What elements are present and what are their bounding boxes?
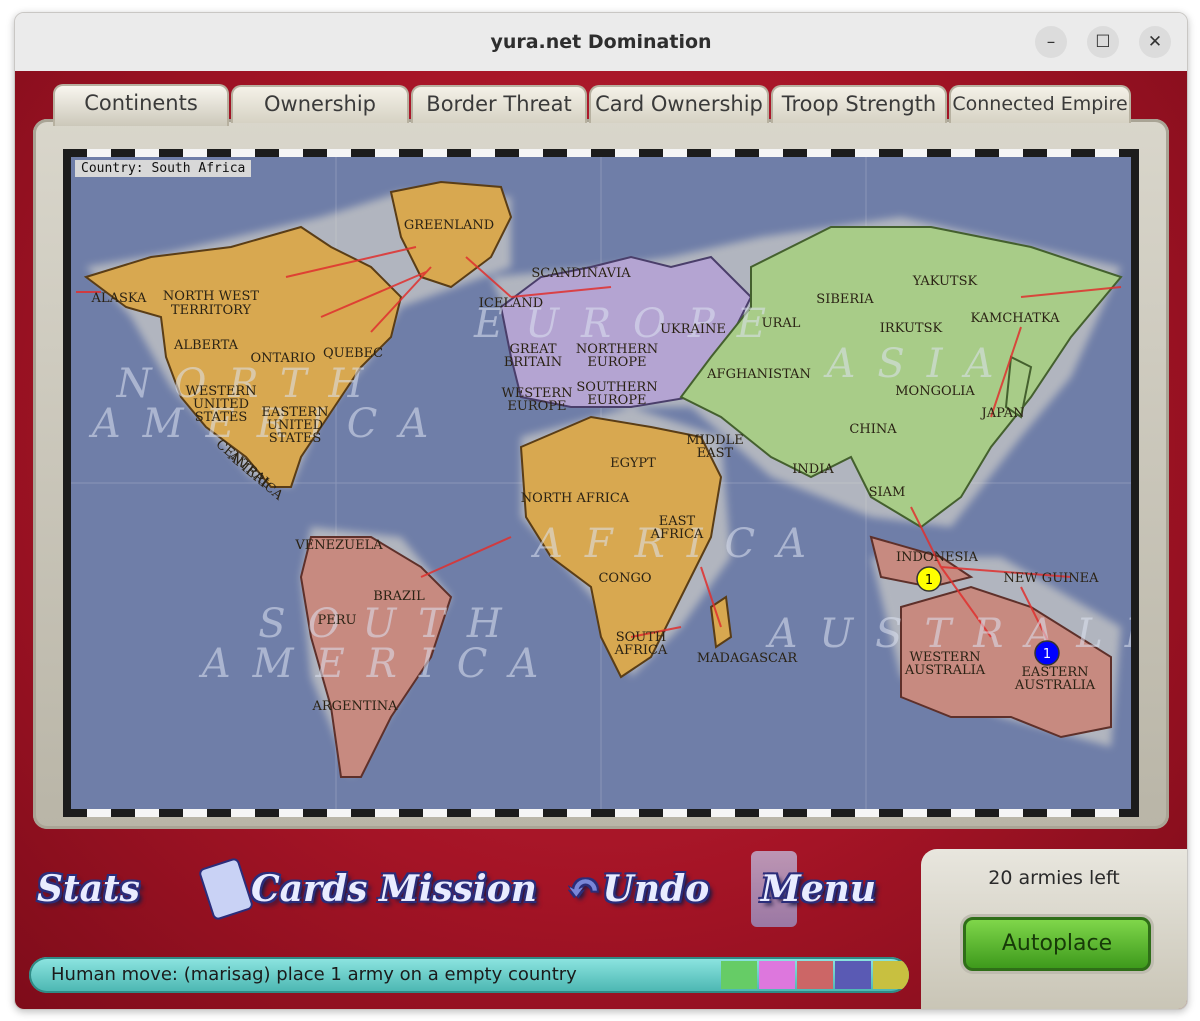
continent-label-asia: ASIA xyxy=(823,341,1016,387)
player-color-swatch-3 xyxy=(797,961,833,989)
territory-china[interactable]: CHINA xyxy=(849,422,897,437)
territory-eastern-australia-2: AUSTRALIA xyxy=(1014,678,1096,693)
placement-panel: 20 armies left Autoplace xyxy=(921,849,1187,1009)
territory-congo[interactable]: CONGO xyxy=(598,571,651,586)
territory-india[interactable]: INDIA xyxy=(792,462,834,477)
undo-button[interactable]: ↶ Undo xyxy=(567,859,709,919)
tab-connected-empire[interactable]: Connected Empire xyxy=(949,85,1131,123)
territory-madagascar[interactable]: MADAGASCAR xyxy=(697,651,799,666)
player-color-swatch-2 xyxy=(759,961,795,989)
territory-ukraine[interactable]: UKRAINE xyxy=(660,322,726,337)
territory-east-africa-2: AFRICA xyxy=(650,527,704,542)
territory-western-us-3: STATES xyxy=(195,410,248,425)
territory-northwest-territory-2: TERRITORY xyxy=(171,303,252,318)
tab-continents[interactable]: Continents xyxy=(53,84,229,126)
territory-mongolia[interactable]: MONGOLIA xyxy=(895,384,975,399)
window-title: yura.net Domination xyxy=(490,31,712,53)
mission-label: Mission xyxy=(379,868,537,910)
continent-label-south-america-2: AMERICA xyxy=(198,641,560,687)
player-color-swatch-4 xyxy=(835,961,871,989)
cards-button[interactable]: Cards xyxy=(197,856,368,922)
territory-southern-europe-2: EUROPE xyxy=(587,393,646,408)
territory-scandinavia[interactable]: SCANDINAVIA xyxy=(531,266,631,281)
tab-border-threat[interactable]: Border Threat xyxy=(411,85,587,123)
autoplace-button[interactable]: Autoplace xyxy=(963,917,1151,971)
map-border: NORTH AMERICA EUROPE ASIA AFRICA SOUTH A… xyxy=(63,149,1139,817)
mission-button[interactable]: Mission xyxy=(379,859,537,919)
territory-quebec[interactable]: QUEBEC xyxy=(323,346,383,361)
territory-northwest-territory[interactable]: NORTH WEST xyxy=(163,289,259,304)
army-count-eastern-australia: 1 xyxy=(1043,647,1051,662)
territory-ontario[interactable]: ONTARIO xyxy=(251,351,316,366)
menu-button[interactable]: Menu xyxy=(751,851,877,927)
undo-arrow-icon: ↶ xyxy=(567,865,601,912)
map-frame: NORTH AMERICA EUROPE ASIA AFRICA SOUTH A… xyxy=(33,119,1169,829)
world-map[interactable]: NORTH AMERICA EUROPE ASIA AFRICA SOUTH A… xyxy=(71,157,1131,809)
territory-japan[interactable]: JAPAN xyxy=(980,406,1025,421)
stats-label: Stats xyxy=(37,868,140,910)
game-area: NORTH AMERICA EUROPE ASIA AFRICA SOUTH A… xyxy=(15,71,1187,1009)
bottom-bar: Stats Cards Mission ↶ Undo Menu Human mo… xyxy=(15,849,1187,1009)
territory-argentina[interactable]: ARGENTINA xyxy=(312,699,399,714)
armies-left-label: 20 armies left xyxy=(988,867,1120,889)
territory-irkutsk[interactable]: IRKUTSK xyxy=(880,321,943,336)
close-button[interactable]: ✕ xyxy=(1139,26,1171,58)
menu-label: Menu xyxy=(761,868,877,910)
cards-icon xyxy=(197,856,255,922)
territory-siam[interactable]: SIAM xyxy=(869,485,906,500)
territory-greenland[interactable]: GREENLAND xyxy=(404,218,494,233)
army-marker-indonesia[interactable]: 1 xyxy=(916,566,942,592)
tab-troop-strength[interactable]: Troop Strength xyxy=(771,85,947,123)
territory-kamchatka[interactable]: KAMCHATKA xyxy=(970,311,1060,326)
territory-siberia[interactable]: SIBERIA xyxy=(816,292,874,307)
territory-middle-east-2: EAST xyxy=(697,446,734,461)
app-window: yura.net Domination – ☐ ✕ NORTH AMERICA … xyxy=(14,12,1188,1010)
territory-western-australia-2: AUSTRALIA xyxy=(904,663,986,678)
army-count-indonesia: 1 xyxy=(925,573,933,588)
territory-north-africa[interactable]: NORTH AFRICA xyxy=(521,491,630,506)
minimize-button[interactable]: – xyxy=(1035,26,1067,58)
title-bar: yura.net Domination – ☐ ✕ xyxy=(15,13,1187,72)
territory-iceland[interactable]: ICELAND xyxy=(479,296,543,311)
territory-indonesia[interactable]: INDONESIA xyxy=(896,550,978,565)
territory-alberta[interactable]: ALBERTA xyxy=(173,338,239,353)
maximize-button[interactable]: ☐ xyxy=(1087,26,1119,58)
player-color-swatch-1 xyxy=(721,961,757,989)
territory-new-guinea[interactable]: NEW GUINEA xyxy=(1003,571,1099,586)
status-bar: Human move: (marisag) place 1 army on a … xyxy=(29,957,909,993)
territory-venezuela[interactable]: VENEZUELA xyxy=(294,538,383,553)
territory-eastern-us-3: STATES xyxy=(269,431,322,446)
territory-northern-europe-2: EUROPE xyxy=(587,355,646,370)
territory-egypt[interactable]: EGYPT xyxy=(610,456,656,471)
undo-label: Undo xyxy=(602,868,710,910)
territory-south-africa-2: AFRICA xyxy=(614,643,668,658)
stats-button[interactable]: Stats xyxy=(37,859,140,919)
status-text: Human move: (marisag) place 1 army on a … xyxy=(51,964,577,985)
country-readout: Country: South Africa xyxy=(75,160,252,177)
player-color-swatch-5 xyxy=(873,961,909,989)
territory-yakutsk[interactable]: YAKUTSK xyxy=(912,274,978,289)
territory-great-britain-2: BRITAIN xyxy=(504,355,562,370)
territory-peru[interactable]: PERU xyxy=(318,613,357,628)
territory-alaska[interactable]: ALASKA xyxy=(91,291,148,306)
army-marker-eastern-australia[interactable]: 1 xyxy=(1034,640,1060,666)
cards-label: Cards xyxy=(251,868,368,910)
world-map-svg[interactable]: NORTH AMERICA EUROPE ASIA AFRICA SOUTH A… xyxy=(71,157,1131,809)
territory-ural[interactable]: URAL xyxy=(762,316,801,331)
territory-brazil[interactable]: BRAZIL xyxy=(373,589,425,604)
tab-card-ownership[interactable]: Card Ownership xyxy=(589,85,769,123)
territory-afghanistan[interactable]: AFGHANISTAN xyxy=(706,367,811,382)
territory-western-europe-2: EUROPE xyxy=(507,399,566,414)
tab-ownership[interactable]: Ownership xyxy=(231,85,409,123)
